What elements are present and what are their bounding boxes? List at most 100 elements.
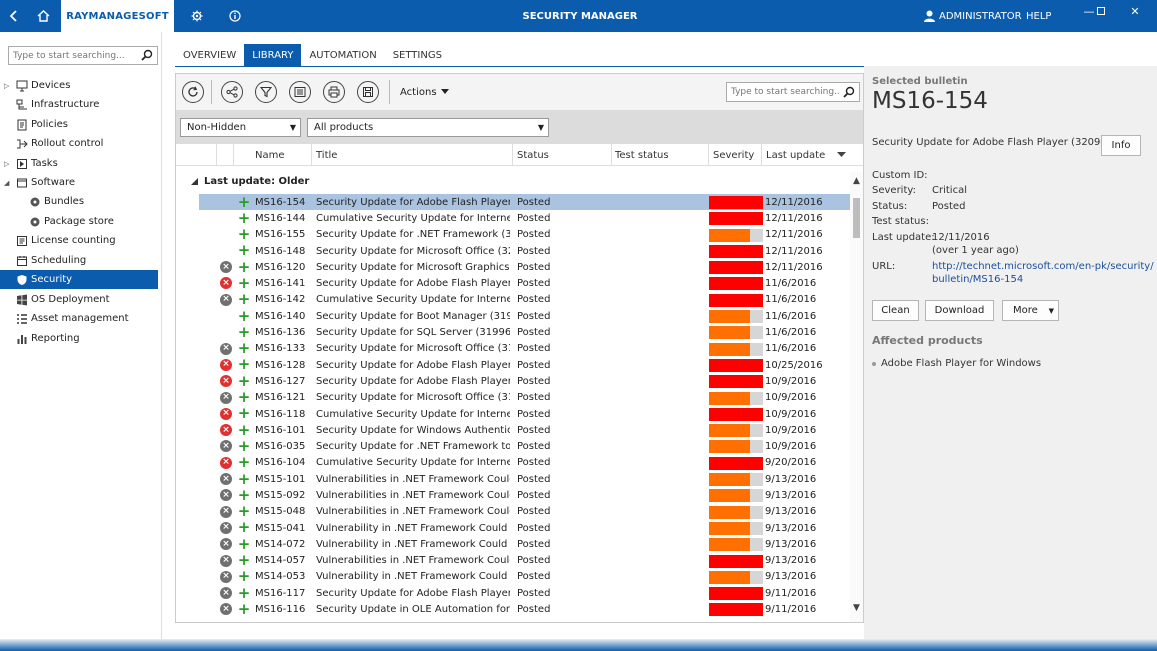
home-button[interactable] [28, 0, 58, 32]
sidebar-search[interactable] [8, 46, 158, 65]
sidebar-item-infrastructure[interactable]: Infrastructure [0, 95, 158, 114]
sidebar-item-tasks[interactable]: ▷ Tasks [0, 154, 158, 173]
add-icon[interactable]: + [237, 601, 251, 616]
sidebar-item-software[interactable]: ◢ Software [0, 173, 158, 192]
add-icon[interactable]: + [237, 569, 251, 584]
add-icon[interactable]: + [237, 275, 251, 290]
scroll-down-icon[interactable]: ▼ [850, 603, 863, 613]
visibility-select[interactable]: Non-Hidden ▼ [180, 118, 301, 137]
add-icon[interactable]: + [237, 585, 251, 600]
clean-button[interactable]: Clean [872, 300, 919, 321]
table-row[interactable]: × + MS16-133 Security Update for Microsoft … [176, 341, 850, 357]
more-button[interactable]: More ▼ [1002, 300, 1059, 321]
table-row[interactable]: × + MS15-092 Vulnerabilities in .NET Framew… [176, 487, 850, 503]
table-row[interactable]: × + MS16-120 Security Update for Microsoft … [176, 259, 850, 275]
group-header[interactable]: Last update: Older [176, 172, 309, 190]
sidebar-item-os-deployment[interactable]: OS Deployment [0, 290, 158, 309]
table-row[interactable]: × + MS16-117 Security Update for Adobe Flas… [176, 585, 850, 601]
info-button[interactable]: Info [1101, 135, 1141, 156]
sidebar-search-input[interactable] [9, 47, 137, 64]
sort-desc-icon[interactable] [837, 152, 846, 158]
sidebar-item-devices[interactable]: ▷ Devices [0, 76, 158, 95]
download-button[interactable]: Download [925, 300, 994, 321]
tab-automation[interactable]: AUTOMATION [301, 44, 384, 66]
add-icon[interactable]: + [237, 487, 251, 502]
add-icon[interactable]: + [237, 308, 251, 323]
table-row[interactable]: × + MS16-121 Security Update for Microsoft … [176, 390, 850, 406]
table-row[interactable]: × + MS16-116 Security Update in OLE Automat… [176, 601, 850, 617]
column-title[interactable]: Title [312, 144, 512, 166]
add-icon[interactable]: + [237, 194, 251, 209]
add-icon[interactable]: + [237, 504, 251, 519]
table-row[interactable]: + MS16-140 Security Update for Boot Manage… [176, 308, 850, 324]
sidebar-item-bundles[interactable]: Bundles [0, 192, 158, 211]
table-row[interactable]: × + MS14-072 Vulnerability in .NET Framewor… [176, 536, 850, 552]
library-search[interactable] [726, 82, 860, 102]
sidebar-item-license-counting[interactable]: License counting [0, 231, 158, 250]
refresh-button[interactable] [182, 81, 204, 103]
bulletin-url-line1[interactable]: http://technet.microsoft.com/en-pk/secur… [932, 261, 1154, 272]
back-button[interactable] [0, 0, 28, 32]
add-icon[interactable]: + [237, 471, 251, 486]
tab-library[interactable]: LIBRARY [244, 44, 302, 66]
add-icon[interactable]: + [237, 292, 251, 307]
add-icon[interactable]: + [237, 520, 251, 535]
save-button[interactable] [357, 81, 379, 103]
add-icon[interactable]: + [237, 324, 251, 339]
sidebar-item-security[interactable]: Security [0, 270, 158, 289]
table-row[interactable]: × + MS15-041 Vulnerability in .NET Framewor… [176, 520, 850, 536]
add-icon[interactable]: + [237, 406, 251, 421]
bulletin-url-line2[interactable]: bulletin/MS16-154 [932, 274, 1023, 285]
add-icon[interactable]: + [237, 553, 251, 568]
table-row[interactable]: × + MS16-142 Cumulative Security Update for… [176, 292, 850, 308]
add-icon[interactable]: + [237, 341, 251, 356]
sidebar-item-package-store[interactable]: Package store [0, 212, 158, 231]
table-row[interactable]: × + MS16-104 Cumulative Security Update for… [176, 455, 850, 471]
table-row[interactable]: × + MS15-101 Vulnerabilities in .NET Framew… [176, 471, 850, 487]
close-button[interactable]: ✕ [1122, 0, 1148, 22]
table-row[interactable]: + MS16-155 Security Update for .NET Framew… [176, 227, 850, 243]
table-row[interactable]: × + MS15-048 Vulnerabilities in .NET Framew… [176, 504, 850, 520]
settings-button[interactable] [182, 0, 212, 32]
sidebar-item-reporting[interactable]: Reporting [0, 329, 158, 348]
sidebar-item-policies[interactable]: Policies [0, 115, 158, 134]
help-link[interactable]: HELP [1026, 0, 1051, 32]
add-icon[interactable]: + [237, 210, 251, 225]
table-row[interactable]: × + MS14-057 Vulnerabilities in .NET Framew… [176, 553, 850, 569]
add-icon[interactable]: + [237, 422, 251, 437]
add-icon[interactable]: + [237, 390, 251, 405]
add-icon[interactable]: + [237, 536, 251, 551]
table-row[interactable]: + MS16-154 Security Update for Adobe Flash… [176, 194, 850, 211]
column-status[interactable]: Status [513, 144, 611, 166]
add-icon[interactable]: + [237, 357, 251, 372]
add-icon[interactable]: + [237, 243, 251, 258]
scroll-up-icon[interactable]: ▲ [850, 176, 863, 186]
table-row[interactable]: × + MS16-101 Security Update for Windows Au… [176, 422, 850, 438]
add-icon[interactable]: + [237, 373, 251, 388]
column-name[interactable]: Name [251, 144, 313, 166]
table-row[interactable]: + MS16-144 Cumulative Security Update for … [176, 210, 850, 226]
tab-settings[interactable]: SETTINGS [385, 44, 450, 66]
table-row[interactable]: × + MS16-118 Cumulative Security Update for… [176, 406, 850, 422]
add-icon[interactable]: + [237, 227, 251, 242]
table-row[interactable]: + MS16-148 Security Update for Microsoft O… [176, 243, 850, 259]
table-row[interactable]: + MS16-136 Security Update for SQL Server … [176, 324, 850, 340]
search-icon[interactable] [141, 49, 153, 61]
table-row[interactable]: × + MS16-127 Security Update for Adobe Flas… [176, 373, 850, 389]
collapse-icon[interactable]: ◢ [4, 179, 9, 187]
add-icon[interactable]: + [237, 455, 251, 470]
list-scrollbar[interactable]: ▲ ▼ [850, 172, 863, 622]
filter-button[interactable] [255, 81, 277, 103]
sidebar-item-scheduling[interactable]: Scheduling [0, 251, 158, 270]
about-button[interactable] [220, 0, 250, 32]
columns-button[interactable] [289, 81, 311, 103]
user-menu[interactable]: ADMINISTRATOR [924, 0, 1022, 32]
expand-icon[interactable]: ▷ [4, 82, 9, 90]
column-severity[interactable]: Severity [709, 144, 762, 166]
sidebar-item-rollout-control[interactable]: Rollout control [0, 134, 158, 153]
table-row[interactable]: × + MS14-053 Vulnerability in .NET Framewor… [176, 569, 850, 585]
table-row[interactable]: × + MS16-141 Security Update for Adobe Flas… [176, 275, 850, 291]
table-row[interactable]: × + MS16-035 Security Update for .NET Frame… [176, 438, 850, 454]
tab-overview[interactable]: OVERVIEW [175, 44, 244, 66]
products-select[interactable]: All products ▼ [307, 118, 549, 137]
